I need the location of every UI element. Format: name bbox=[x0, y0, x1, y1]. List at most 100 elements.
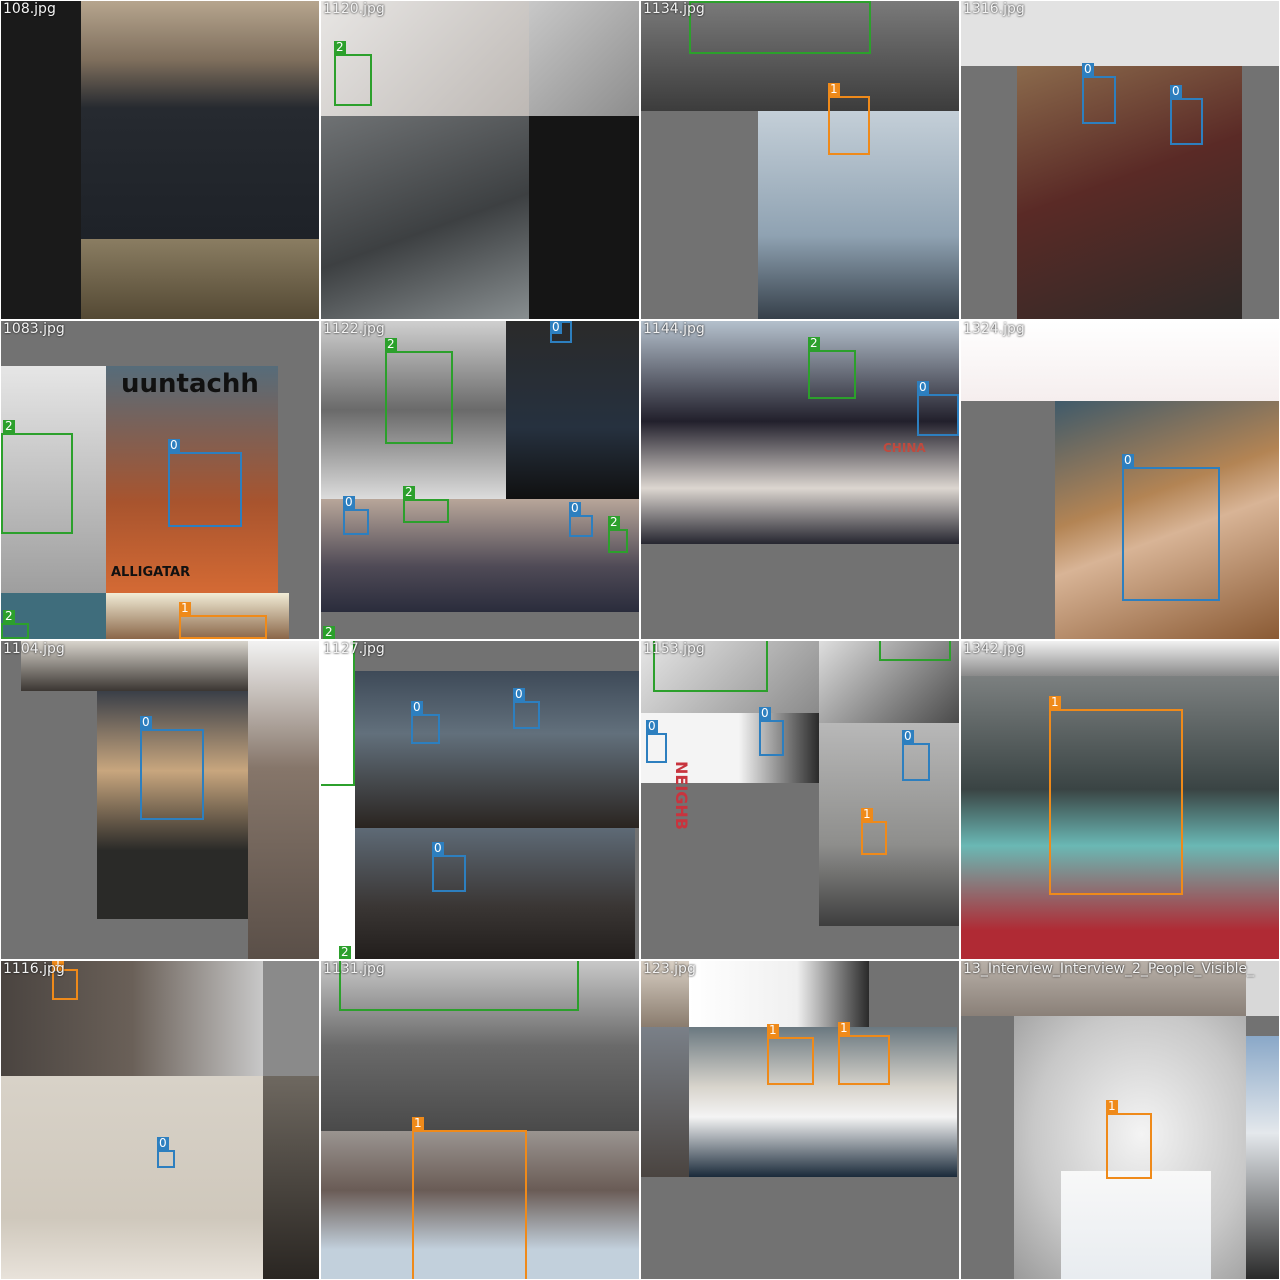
tile-filename: 108.jpg bbox=[3, 1, 56, 17]
mosaic-tile: 1 1342.jpg bbox=[961, 641, 1279, 959]
class-label: 2 bbox=[334, 40, 346, 54]
mosaic-tile: 0 1324.jpg bbox=[961, 321, 1279, 639]
class-label: 1 bbox=[1106, 1099, 1118, 1113]
class-label: 1 bbox=[412, 1116, 424, 1130]
tile-filename: 1116.jpg bbox=[3, 961, 65, 977]
class-label: 0 bbox=[917, 380, 929, 394]
mosaic-tile: 108.jpg bbox=[1, 1, 319, 319]
image-patch bbox=[81, 239, 319, 319]
detection-box: 1 bbox=[767, 1024, 814, 1085]
detection-box: 0 bbox=[157, 1137, 175, 1168]
class-label: 1 bbox=[1049, 695, 1061, 709]
detection-box: 1 bbox=[1049, 696, 1183, 895]
detection-box: 2 bbox=[403, 486, 449, 523]
mosaic-tile: 1 1134.jpg bbox=[641, 1, 959, 319]
image-patch bbox=[1061, 1171, 1211, 1279]
tile-filename: 1104.jpg bbox=[3, 641, 65, 657]
class-label: 1 bbox=[828, 82, 840, 96]
class-label: 1 bbox=[838, 1021, 850, 1035]
class-label: 2 bbox=[339, 945, 351, 959]
detection-box: 1 bbox=[1106, 1100, 1152, 1179]
detection-box: 0 bbox=[917, 381, 959, 436]
detection-box: 0 bbox=[432, 842, 466, 892]
detection-box: 2 bbox=[1, 420, 73, 534]
class-label: 0 bbox=[432, 841, 444, 855]
detection-box: 1 bbox=[828, 83, 870, 155]
mosaic-tile: 2 1 1131.jpg bbox=[321, 961, 639, 1279]
class-label: 2 bbox=[608, 515, 620, 529]
class-label: 0 bbox=[902, 729, 914, 743]
class-label: 1 bbox=[179, 601, 191, 615]
class-label: 0 bbox=[569, 501, 581, 515]
image-patch bbox=[529, 116, 639, 319]
image-patch bbox=[321, 116, 529, 319]
detection-box: 0 bbox=[646, 720, 667, 763]
class-label: 0 bbox=[1122, 453, 1134, 467]
detection-box: 2 bbox=[879, 641, 951, 661]
image-patch bbox=[641, 321, 959, 544]
mosaic-tile: 1 0 1116.jpg bbox=[1, 961, 319, 1279]
detection-box: 1 bbox=[412, 1117, 527, 1279]
detection-box: 0 bbox=[343, 496, 369, 535]
tile-filename: 1122.jpg bbox=[323, 321, 385, 337]
image-patch bbox=[355, 828, 635, 959]
class-label: 2 bbox=[3, 609, 15, 623]
tile-filename: 1120.jpg bbox=[323, 1, 385, 17]
tile-filename: 1144.jpg bbox=[643, 321, 705, 337]
image-patch bbox=[1017, 66, 1242, 319]
detection-box: 2 bbox=[608, 516, 628, 553]
mosaic-tile: uuntachh ALLIGATAR 2 0 2 1 1083.jpg bbox=[1, 321, 319, 639]
class-label: 2 bbox=[808, 336, 820, 350]
image-patch bbox=[355, 671, 639, 828]
image-patch bbox=[81, 1, 319, 239]
detection-box: 2 bbox=[385, 338, 453, 444]
detection-box: 0 bbox=[550, 321, 572, 343]
detection-box: 0 bbox=[569, 502, 593, 537]
mosaic-tile: CHINA 2 0 1144.jpg bbox=[641, 321, 959, 639]
image-patch bbox=[263, 1076, 319, 1279]
detection-box: 0 bbox=[1122, 454, 1220, 601]
class-label: 0 bbox=[343, 495, 355, 509]
mosaic-tile: 2 1120.jpg bbox=[321, 1, 639, 319]
detection-box bbox=[689, 1, 871, 54]
class-label: 0 bbox=[1082, 62, 1094, 76]
tile-filename: 1342.jpg bbox=[963, 641, 1025, 657]
shirt-text: CHINA bbox=[883, 441, 926, 455]
class-label: 0 bbox=[168, 438, 180, 452]
detection-box: 0 bbox=[411, 701, 440, 744]
detection-box: 1 bbox=[838, 1022, 890, 1085]
detection-box: 0 bbox=[513, 688, 540, 729]
detection-box: 0 bbox=[1082, 63, 1116, 124]
mosaic-tile: 2 0 0 2 0 2 2 1122.jpg bbox=[321, 321, 639, 639]
image-patch bbox=[689, 1027, 957, 1177]
class-label: 2 bbox=[385, 337, 397, 351]
image-patch bbox=[689, 961, 869, 1027]
tile-filename: 13_Interview_Interview_2_People_Visible_ bbox=[963, 961, 1255, 977]
class-label: 0 bbox=[157, 1136, 169, 1150]
mosaic-tile: 1 1 123.jpg bbox=[641, 961, 959, 1279]
class-label: 2 bbox=[3, 419, 15, 433]
image-patch bbox=[506, 321, 639, 499]
detection-box: 2 bbox=[1, 610, 29, 639]
detection-box: 0 bbox=[140, 716, 204, 820]
tile-filename: 1127.jpg bbox=[323, 641, 385, 657]
tile-filename: 1131.jpg bbox=[323, 961, 385, 977]
class-label: 0 bbox=[759, 706, 771, 720]
mosaic-tile: NEIGHB 2 2 0 0 0 1 1153.jpg bbox=[641, 641, 959, 959]
image-patch bbox=[248, 641, 319, 959]
tile-filename: 1134.jpg bbox=[643, 1, 705, 17]
image-patch bbox=[641, 713, 819, 783]
class-label: 2 bbox=[323, 625, 335, 639]
class-label: 0 bbox=[646, 719, 658, 733]
class-label: 1 bbox=[767, 1023, 779, 1037]
detection-box: 2 bbox=[334, 41, 372, 106]
class-label: 0 bbox=[550, 321, 562, 334]
tile-filename: 123.jpg bbox=[643, 961, 696, 977]
image-patch bbox=[641, 1027, 689, 1177]
detection-box: 0 bbox=[759, 707, 784, 756]
mosaic-tile: 0 0 1316.jpg bbox=[961, 1, 1279, 319]
tile-filename: 1316.jpg bbox=[963, 1, 1025, 17]
class-label: 0 bbox=[1170, 84, 1182, 98]
class-label: 2 bbox=[403, 485, 415, 499]
sign-text: NEIGHB bbox=[672, 761, 691, 830]
